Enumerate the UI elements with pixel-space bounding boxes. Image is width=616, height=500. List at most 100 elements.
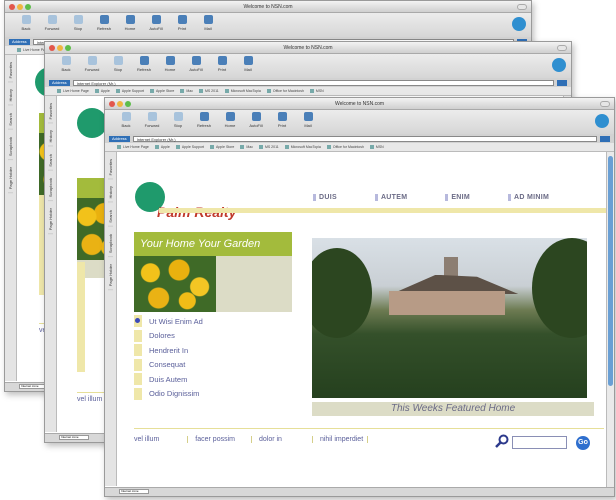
nav-link-ad-minim[interactable]: AD MINIM: [508, 194, 549, 201]
tab-page-holder[interactable]: Page Holder: [48, 204, 53, 234]
autofill-button[interactable]: AutoFill: [245, 110, 267, 134]
title-bar[interactable]: Welcome to NSN.com: [5, 1, 531, 13]
favorite-link[interactable]: Microsoft MacTopia: [284, 145, 321, 150]
toolbar-toggle-icon[interactable]: [600, 101, 610, 107]
favorite-link[interactable]: Apple Support: [175, 145, 204, 150]
title-bar[interactable]: Welcome to NSN.com: [105, 98, 614, 110]
menu-item-hendrerit[interactable]: Hendrerit In: [134, 343, 203, 358]
favorite-link[interactable]: MSN: [369, 145, 384, 150]
back-button[interactable]: Back: [115, 110, 137, 134]
autofill-button[interactable]: AutoFill: [185, 54, 207, 78]
address-input[interactable]: Internet Explorer (Mr.): [72, 79, 554, 86]
menu-item-consequat[interactable]: Consequat: [134, 358, 203, 373]
tab-favorites[interactable]: Favorites: [48, 100, 53, 124]
window-controls[interactable]: [109, 101, 131, 107]
forward-button[interactable]: Forward: [81, 54, 103, 78]
tab-favorites[interactable]: Favorites: [8, 59, 13, 83]
footer-link-nihil-imperdiet[interactable]: nihil imperdiet: [311, 436, 367, 443]
forward-button[interactable]: Forward: [41, 13, 63, 37]
close-icon[interactable]: [9, 4, 15, 10]
tab-history[interactable]: History: [108, 183, 113, 203]
tab-scrapbook[interactable]: Scrapbook: [108, 230, 113, 257]
footer-link-vel-illum[interactable]: vel illum: [134, 436, 187, 443]
favorite-link[interactable]: Mac: [240, 145, 253, 150]
favorite-link[interactable]: Live Home Page: [117, 145, 149, 150]
close-icon[interactable]: [49, 45, 55, 51]
zoom-icon[interactable]: [65, 45, 71, 51]
mail-button[interactable]: Mail: [237, 54, 259, 78]
vertical-scrollbar[interactable]: [606, 152, 614, 487]
favorite-link[interactable]: Apple: [154, 145, 170, 150]
print-button[interactable]: Print: [211, 54, 233, 78]
nav-link-autem[interactable]: AUTEM: [374, 194, 407, 201]
title-bar[interactable]: Welcome to NSN.com: [45, 42, 571, 54]
home-button[interactable]: Home: [219, 110, 241, 134]
tab-search[interactable]: Search: [108, 206, 113, 227]
tab-scrapbook[interactable]: Scrapbook: [8, 133, 13, 160]
favorite-link[interactable]: Apple Store: [210, 145, 234, 150]
tab-scrapbook[interactable]: Scrapbook: [48, 174, 53, 201]
minimize-icon[interactable]: [117, 101, 123, 107]
tab-history[interactable]: History: [48, 127, 53, 147]
go-button[interactable]: Go: [576, 436, 590, 450]
favorite-link[interactable]: Mac: [180, 89, 193, 94]
home-button[interactable]: Home: [159, 54, 181, 78]
refresh-button[interactable]: Refresh: [133, 54, 155, 78]
scrollbar-thumb[interactable]: [608, 156, 613, 386]
search-input[interactable]: [512, 436, 567, 449]
back-button[interactable]: Back: [55, 54, 77, 78]
favorite-link[interactable]: Apple: [94, 89, 110, 94]
home-button[interactable]: Home: [119, 13, 141, 37]
favorite-link[interactable]: Office for Macintosh: [326, 145, 364, 150]
zoom-icon[interactable]: [125, 101, 131, 107]
menu-item-duis-autem[interactable]: Duis Autem: [134, 372, 203, 387]
favorite-link[interactable]: Apple Support: [115, 89, 144, 94]
tab-history[interactable]: History: [8, 86, 13, 106]
tab-page-holder[interactable]: Page Holder: [108, 260, 113, 290]
footer-link-dolor-in[interactable]: dolor in: [250, 436, 312, 443]
menu-item-odio[interactable]: Odio Dignissim: [134, 387, 203, 402]
favorite-link[interactable]: Live Home Page: [57, 89, 89, 94]
minimize-icon[interactable]: [57, 45, 63, 51]
zoom-icon[interactable]: [25, 4, 31, 10]
menu-item-dolores[interactable]: Dolores: [134, 329, 203, 344]
window-controls[interactable]: [9, 4, 31, 10]
close-icon[interactable]: [109, 101, 115, 107]
favorite-link[interactable]: MS 2011: [258, 145, 279, 150]
favorite-link[interactable]: Office for Macintosh: [266, 89, 304, 94]
stop-button[interactable]: Stop: [67, 13, 89, 37]
nav-link-enim[interactable]: ENIM: [445, 194, 470, 201]
forward-button[interactable]: Forward: [141, 110, 163, 134]
search-icon[interactable]: [495, 434, 509, 448]
stop-button[interactable]: Stop: [167, 110, 189, 134]
footer-link-facer-possim[interactable]: facer possim: [187, 436, 251, 443]
mail-button[interactable]: Mail: [197, 13, 219, 37]
toolbar-toggle-icon[interactable]: [517, 4, 527, 10]
print-button[interactable]: Print: [171, 13, 193, 37]
tab-search[interactable]: Search: [48, 150, 53, 171]
minimize-icon[interactable]: [17, 4, 23, 10]
favorite-link[interactable]: MSN: [309, 89, 324, 94]
toolbar-toggle-icon[interactable]: [557, 45, 567, 51]
featured-home-image[interactable]: [312, 238, 587, 398]
favorite-link[interactable]: Apple Store: [150, 89, 174, 94]
tab-search[interactable]: Search: [8, 109, 13, 130]
browser-window-front[interactable]: Welcome to NSN.com Back Forward Stop Ref…: [104, 97, 615, 497]
menu-item-ut-wisi[interactable]: Ut Wisi Enim Ad: [134, 314, 203, 329]
print-button[interactable]: Print: [271, 110, 293, 134]
tab-favorites[interactable]: Favorites: [108, 156, 113, 180]
window-controls[interactable]: [49, 45, 71, 51]
favorite-link[interactable]: Microsoft MacTopia: [224, 89, 261, 94]
mail-button[interactable]: Mail: [297, 110, 319, 134]
address-input[interactable]: Internet Explorer (Mr.): [132, 135, 597, 142]
back-button[interactable]: Back: [15, 13, 37, 37]
stop-button[interactable]: Stop: [107, 54, 129, 78]
favorite-link[interactable]: MS 2011: [198, 89, 219, 94]
refresh-button[interactable]: Refresh: [93, 13, 115, 37]
refresh-button[interactable]: Refresh: [193, 110, 215, 134]
tab-page-holder[interactable]: Page Holder: [8, 163, 13, 193]
address-go-button[interactable]: [600, 135, 610, 142]
nav-link-duis[interactable]: DUIS: [313, 194, 337, 201]
address-go-button[interactable]: [557, 79, 567, 86]
autofill-button[interactable]: AutoFill: [145, 13, 167, 37]
